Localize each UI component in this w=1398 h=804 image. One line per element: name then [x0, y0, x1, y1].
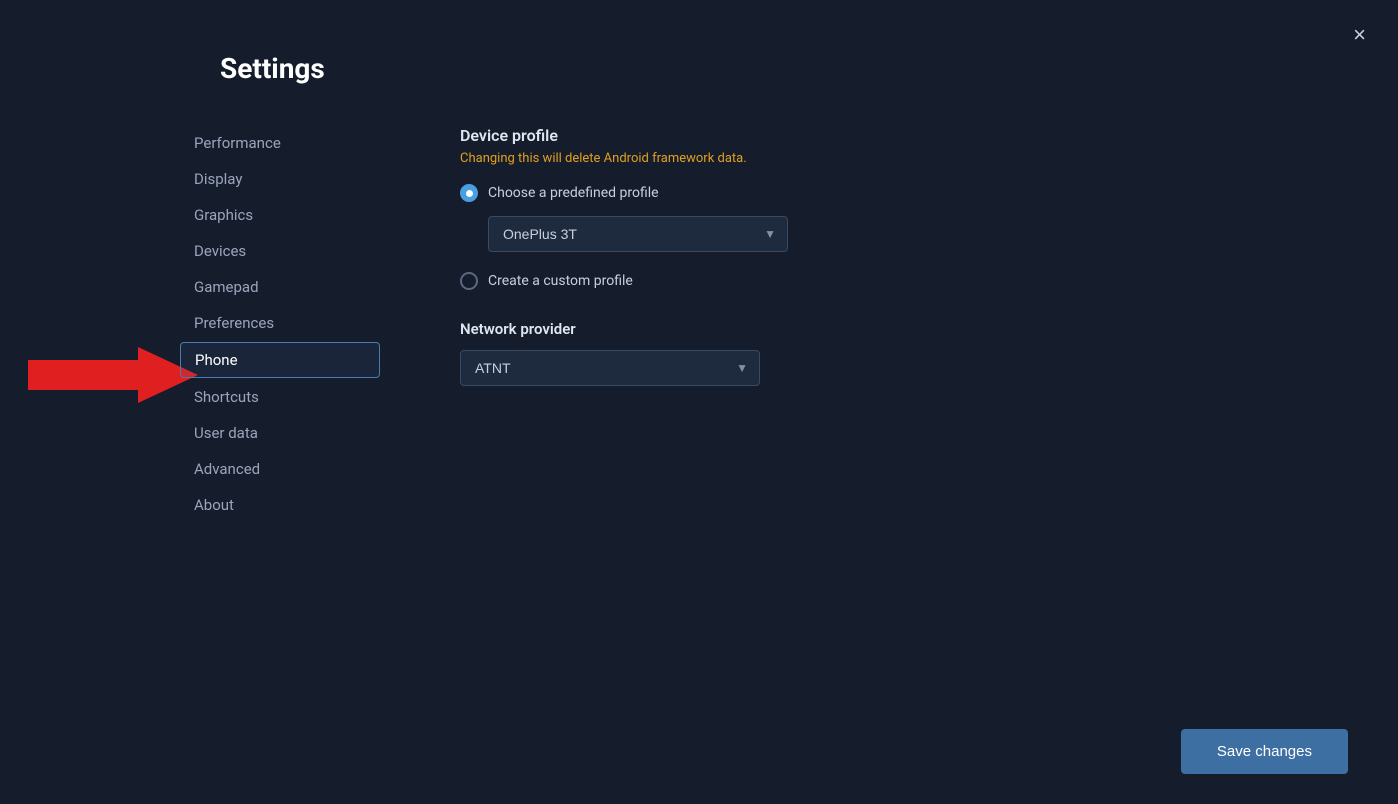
settings-dialog: × Settings Performance Display Graphics … — [0, 0, 1398, 804]
main-layout: Performance Display Graphics Devices Gam… — [0, 0, 1398, 804]
content-area: Device profile Changing this will delete… — [380, 50, 1398, 804]
sidebar-item-about[interactable]: About — [180, 488, 380, 522]
sidebar-item-preferences[interactable]: Preferences — [180, 306, 380, 340]
radio-group: Choose a predefined profile OnePlus 3T P… — [460, 184, 1338, 290]
sidebar: Performance Display Graphics Devices Gam… — [180, 50, 380, 804]
radio-custom-circle — [460, 272, 478, 290]
device-profile-section: Device profile Changing this will delete… — [460, 126, 1338, 290]
device-profile-warning: Changing this will delete Android framew… — [460, 151, 1338, 166]
predefined-dropdown-container: OnePlus 3T Pixel 4 Samsung Galaxy S10 Cu… — [488, 216, 788, 252]
save-button-area: Save changes — [1181, 729, 1348, 774]
sidebar-item-performance[interactable]: Performance — [180, 126, 380, 160]
radio-custom[interactable]: Create a custom profile — [460, 272, 1338, 290]
radio-custom-label: Create a custom profile — [488, 273, 633, 289]
network-provider-section: Network provider ATNT Verizon T-Mobile S… — [460, 320, 1338, 386]
radio-predefined-circle — [460, 184, 478, 202]
network-provider-select[interactable]: ATNT Verizon T-Mobile Sprint — [460, 350, 760, 386]
device-profile-title: Device profile — [460, 126, 1338, 145]
sidebar-item-graphics[interactable]: Graphics — [180, 198, 380, 232]
network-dropdown-container: ATNT Verizon T-Mobile Sprint ▼ — [460, 350, 760, 386]
sidebar-item-display[interactable]: Display — [180, 162, 380, 196]
radio-predefined[interactable]: Choose a predefined profile — [460, 184, 1338, 202]
close-button[interactable]: × — [1349, 20, 1370, 50]
save-changes-button[interactable]: Save changes — [1181, 729, 1348, 774]
sidebar-item-advanced[interactable]: Advanced — [180, 452, 380, 486]
predefined-profile-select[interactable]: OnePlus 3T Pixel 4 Samsung Galaxy S10 Cu… — [488, 216, 788, 252]
sidebar-item-userdata[interactable]: User data — [180, 416, 380, 450]
sidebar-item-phone[interactable]: Phone — [180, 342, 380, 378]
page-title: Settings — [220, 52, 325, 85]
sidebar-item-gamepad[interactable]: Gamepad — [180, 270, 380, 304]
sidebar-item-shortcuts[interactable]: Shortcuts — [180, 380, 380, 414]
sidebar-item-devices[interactable]: Devices — [180, 234, 380, 268]
network-provider-title: Network provider — [460, 320, 1338, 338]
settings-title-area: Settings — [220, 52, 325, 85]
predefined-dropdown-wrapper: OnePlus 3T Pixel 4 Samsung Galaxy S10 Cu… — [488, 216, 1338, 252]
radio-predefined-label: Choose a predefined profile — [488, 185, 659, 201]
